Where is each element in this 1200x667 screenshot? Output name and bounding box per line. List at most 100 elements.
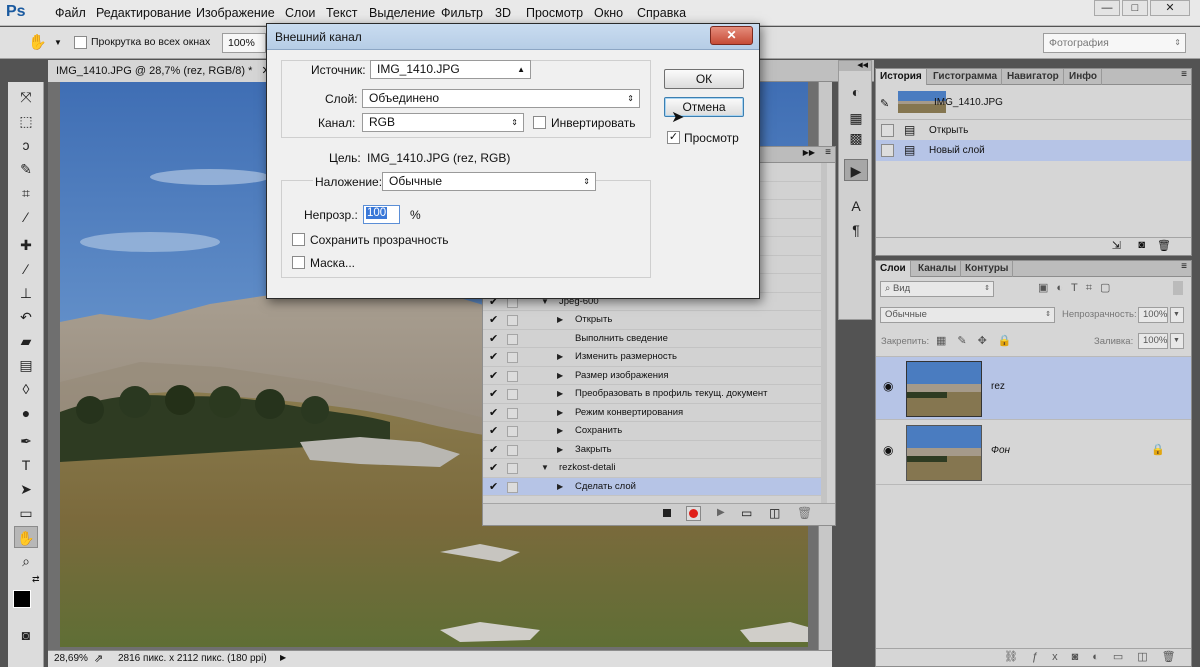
dialog-toggle-box[interactable] xyxy=(507,389,518,400)
history-item-checkbox[interactable] xyxy=(881,144,894,157)
foreground-color-swatch[interactable] xyxy=(13,590,31,608)
layer-row-rez[interactable]: ◉ rez xyxy=(876,356,1191,420)
maximize-button[interactable]: □ xyxy=(1122,0,1148,16)
eye-visibility-icon[interactable]: ◉ xyxy=(883,443,893,457)
blur-tool-icon[interactable]: ◊ xyxy=(14,378,38,400)
action-enabled-check-icon[interactable]: ✔ xyxy=(489,441,498,459)
paragraph-panel-icon[interactable]: ¶ xyxy=(844,219,868,241)
zoom-tool-icon[interactable]: ⌕ xyxy=(14,550,38,572)
menu-3d[interactable]: 3D xyxy=(495,6,511,20)
camera-snapshot-icon[interactable]: ◙ xyxy=(1138,239,1145,251)
trash-icon[interactable]: 🗑 xyxy=(797,506,812,520)
menu-view[interactable]: Просмотр xyxy=(526,6,583,20)
preview-checkbox[interactable]: ✓ xyxy=(667,131,680,144)
record-button[interactable] xyxy=(686,506,701,521)
layer-row-background[interactable]: ◉ Фон 🔒 xyxy=(876,421,1191,485)
dialog-toggle-box[interactable] xyxy=(507,426,518,437)
dialog-toggle-box[interactable] xyxy=(507,481,518,493)
expand-right-icon[interactable]: ▶ xyxy=(557,348,563,366)
pen-tool-icon[interactable]: ✒ xyxy=(14,430,38,452)
expand-right-icon[interactable]: ▶ xyxy=(557,422,563,440)
invert-checkbox[interactable] xyxy=(533,116,546,129)
dialog-close-button[interactable]: ✕ xyxy=(710,26,753,45)
preserve-transparency-checkbox[interactable] xyxy=(292,233,305,246)
dialog-toggle-box[interactable] xyxy=(507,407,518,419)
ok-button[interactable]: ОК xyxy=(664,69,744,89)
menu-window[interactable]: Окно xyxy=(594,6,623,20)
blending-select[interactable]: Обычные ⇕ xyxy=(382,172,596,191)
dialog-toggle-box[interactable] xyxy=(507,370,518,382)
action-row[interactable]: ✔ ▶ Изменить размерность xyxy=(483,348,823,367)
close-window-button[interactable]: ✕ xyxy=(1150,0,1190,16)
blend-mode-select[interactable]: Обычные ⇕ xyxy=(880,307,1055,323)
layers-toolbar-icons[interactable]: ⛓ƒx◙◐▭◫🗑 xyxy=(1004,650,1190,663)
expand-right-icon[interactable]: ▶ xyxy=(557,441,563,459)
action-enabled-check-icon[interactable]: ✔ xyxy=(489,311,498,329)
zoom-level[interactable]: 28,69% xyxy=(54,653,88,664)
hand-tool-icon[interactable]: ✋ xyxy=(28,33,47,51)
tab-info[interactable]: Инфо xyxy=(1065,69,1102,85)
action-row[interactable]: ✔ ▼ rezkost-detali xyxy=(483,459,823,478)
layer-name[interactable]: rez xyxy=(991,381,1005,392)
new-action-icon[interactable]: ◫ xyxy=(769,506,780,520)
action-row[interactable]: ✔ ▶ Сохранить xyxy=(483,422,823,441)
panel-menu-icon[interactable]: ≡ xyxy=(1181,69,1187,80)
healing-brush-tool-icon[interactable]: ✚ xyxy=(14,234,38,256)
play-icon[interactable]: ▶ xyxy=(717,507,725,518)
adjustments-icon[interactable]: ◐ xyxy=(844,81,868,103)
expand-down-icon[interactable]: ▼ xyxy=(541,459,549,477)
action-row[interactable]: ✔ ▶ Размер изображения xyxy=(483,367,823,385)
eye-visibility-icon[interactable]: ◉ xyxy=(883,379,893,393)
action-row[interactable]: ✔ Выполнить сведение xyxy=(483,330,823,348)
menu-help[interactable]: Справка xyxy=(637,6,686,20)
expand-right-icon[interactable]: ▶ xyxy=(557,478,563,496)
move-tool-icon[interactable]: ⤧ xyxy=(14,86,38,108)
crop-tool-icon[interactable]: ⌗ xyxy=(14,182,38,204)
gradient-tool-icon[interactable]: ▤ xyxy=(14,354,38,376)
status-menu-arrow-icon[interactable]: ▶ xyxy=(280,653,286,662)
menu-filter[interactable]: Фильтр xyxy=(441,6,483,20)
quick-selection-tool-icon[interactable]: ✎ xyxy=(14,158,38,180)
marquee-tool-icon[interactable]: ⬚ xyxy=(14,110,38,132)
menu-select[interactable]: Выделение xyxy=(369,6,435,20)
dialog-toggle-box[interactable] xyxy=(507,333,518,345)
menu-edit[interactable]: Редактирование xyxy=(96,6,191,20)
layer-select[interactable]: Объединено ⇕ xyxy=(362,89,640,108)
tool-preset-dropdown-icon[interactable]: ▼ xyxy=(54,38,62,47)
action-row[interactable]: ✔ ▶ Закрыть xyxy=(483,441,823,459)
action-enabled-check-icon[interactable]: ✔ xyxy=(489,404,498,422)
color-panel-icon[interactable]: ▦ xyxy=(844,107,868,129)
zoom-100-button[interactable]: 100% xyxy=(222,33,266,53)
swap-colors-icon[interactable]: ⇄ xyxy=(32,574,40,585)
action-enabled-check-icon[interactable]: ✔ xyxy=(489,330,498,348)
layer-opacity-input[interactable]: 100% xyxy=(1138,307,1168,323)
expand-right-icon[interactable]: ▶ xyxy=(557,311,563,329)
collapse-panel-icon[interactable]: ▶▶ xyxy=(803,148,815,157)
channel-select[interactable]: RGB ⇕ xyxy=(362,113,524,132)
clone-stamp-tool-icon[interactable]: ⊥ xyxy=(14,282,38,304)
stop-recording-icon[interactable] xyxy=(663,509,671,517)
new-set-folder-icon[interactable]: ▭ xyxy=(741,506,752,520)
path-selection-tool-icon[interactable]: ➤ xyxy=(14,478,38,500)
history-snapshot[interactable]: ✎ IMG_1410.JPG xyxy=(876,89,1191,115)
character-panel-icon[interactable]: A xyxy=(844,195,868,217)
workspace-select[interactable]: Фотография ⇕ xyxy=(1043,33,1186,53)
expand-right-icon[interactable]: ▶ xyxy=(557,367,563,385)
history-brush-source-icon[interactable]: ✎ xyxy=(880,94,889,115)
tab-layers[interactable]: Слои xyxy=(876,261,911,277)
tab-histogram[interactable]: Гистограмма xyxy=(929,69,1003,85)
action-row[interactable]: ✔ ▶ Режим конвертирования xyxy=(483,404,823,422)
actions-panel-icon[interactable]: ▶ xyxy=(844,159,868,181)
layer-filter-icons[interactable]: ▣◐T⌗▢ xyxy=(1038,281,1118,295)
tab-navigator[interactable]: Навигатор xyxy=(1003,69,1064,85)
minimize-button[interactable]: — xyxy=(1094,0,1120,16)
type-tool-icon[interactable]: T xyxy=(14,454,38,476)
dialog-toggle-box[interactable] xyxy=(507,352,518,363)
dialog-toggle-box[interactable] xyxy=(507,315,518,326)
collapse-dock-icon[interactable]: ◀◀ xyxy=(839,61,871,71)
layer-name[interactable]: Фон xyxy=(991,445,1010,456)
brush-tool-icon[interactable]: ∕ xyxy=(14,258,38,280)
history-brush-tool-icon[interactable]: ↶ xyxy=(14,306,38,328)
dialog-titlebar[interactable]: Внешний канал ✕ xyxy=(267,24,759,50)
action-enabled-check-icon[interactable]: ✔ xyxy=(489,385,498,403)
